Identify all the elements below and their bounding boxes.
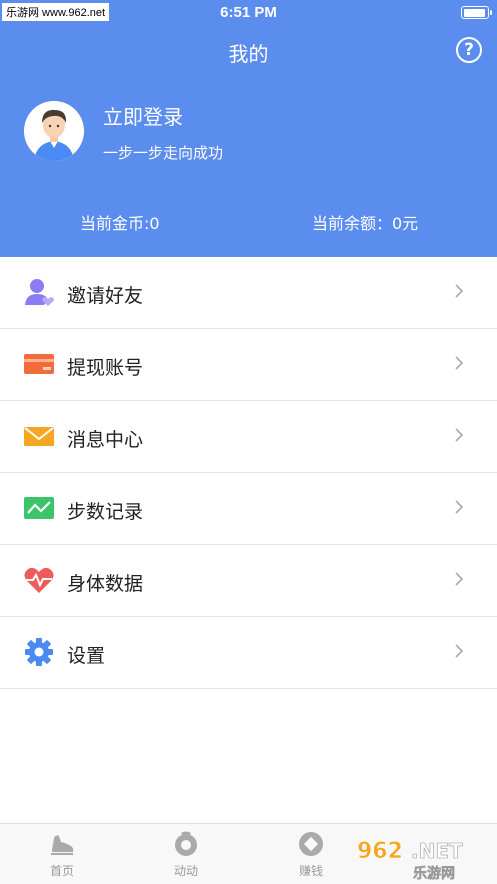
menu-item-label: 步数记录 — [67, 501, 144, 523]
heart-pulse-icon — [24, 567, 54, 593]
battery-icon — [461, 6, 492, 19]
menu-item-withdraw-account[interactable]: 提现账号 — [0, 329, 497, 401]
menu-item-settings[interactable]: 设置 — [0, 617, 497, 689]
menu-item-invite[interactable]: 邀请好友 — [0, 257, 497, 329]
card-icon — [24, 354, 54, 374]
menu-item-message-center[interactable]: 消息中心 — [0, 401, 497, 473]
chevron-right-icon — [455, 644, 464, 658]
tab-label: 赚钱 — [298, 864, 323, 878]
menu-list: 邀请好友 提现账号 消息中心 步数记录 身体数据 设置 — [0, 257, 497, 689]
coin-icon — [299, 832, 323, 856]
watermark-logo: 962 .NET 乐游网 — [357, 839, 464, 882]
tab-home[interactable]: 首页 — [22, 830, 102, 879]
svg-text:.NET: .NET — [411, 839, 463, 863]
balance-stat: 当前余额：0元 — [312, 214, 419, 233]
avatar[interactable] — [24, 101, 84, 161]
menu-item-label: 消息中心 — [67, 429, 144, 451]
gear-icon — [25, 638, 53, 666]
status-bar: 乐游网 www.962.net 6:51 PM — [0, 0, 497, 26]
svg-text:乐游网: 乐游网 — [413, 865, 455, 882]
coins-stat: 当前金币:0 — [80, 214, 160, 233]
menu-item-label: 设置 — [67, 645, 106, 667]
menu-item-body-data[interactable]: 身体数据 — [0, 545, 497, 617]
page-title: 我的 — [228, 42, 269, 66]
tab-bar: 首页 动动 赚钱 962 .NET 乐游网 — [0, 823, 497, 884]
chevron-right-icon — [455, 284, 464, 298]
mail-icon — [24, 427, 54, 446]
login-link[interactable]: 立即登录 — [103, 101, 183, 130]
help-circle-icon[interactable]: ? — [456, 37, 482, 63]
profile-slogan: 一步一步走向成功 — [103, 144, 224, 162]
shoe-icon — [51, 835, 74, 855]
chevron-right-icon — [455, 356, 464, 370]
chevron-right-icon — [455, 572, 464, 586]
status-time: 6:51 PM — [220, 4, 277, 21]
tab-label: 动动 — [173, 864, 198, 878]
menu-item-step-records[interactable]: 步数记录 — [0, 473, 497, 545]
invite-friend-icon — [25, 279, 54, 306]
menu-item-label: 身体数据 — [67, 573, 144, 595]
chart-icon — [24, 497, 54, 519]
chevron-right-icon — [455, 500, 464, 514]
tab-activity[interactable]: 动动 — [146, 830, 226, 879]
menu-item-label: 提现账号 — [67, 357, 144, 379]
activity-icon — [175, 831, 197, 856]
profile-header: 乐游网 www.962.net 6:51 PM 我的 ? 立即登录 一步一步走向… — [0, 0, 497, 257]
tab-label: 首页 — [49, 864, 74, 878]
chevron-right-icon — [455, 428, 464, 442]
menu-item-label: 邀请好友 — [67, 285, 144, 307]
tab-earn[interactable]: 赚钱 — [271, 830, 351, 879]
svg-text:962: 962 — [357, 839, 403, 864]
